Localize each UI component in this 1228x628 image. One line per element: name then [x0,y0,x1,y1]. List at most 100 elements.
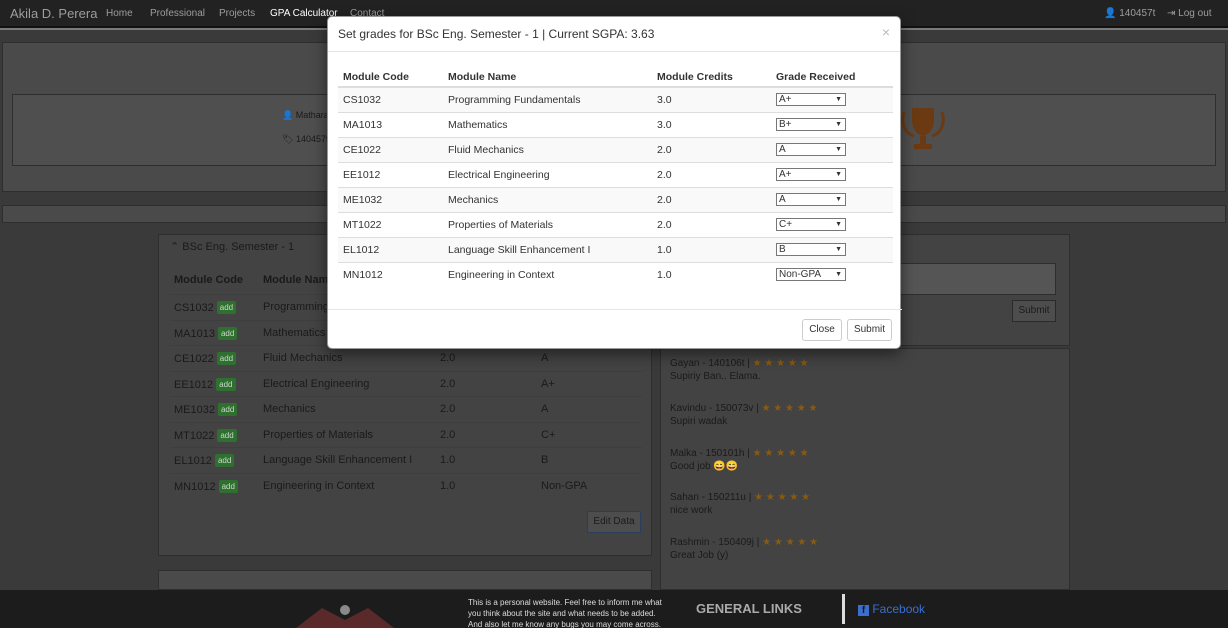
module-credits: 2.0 [652,211,771,237]
add-badge[interactable]: add [216,352,237,365]
semester-code-text: ME1032 [174,404,215,416]
module-code: CS1032 [338,86,443,112]
module-name: Properties of Materials [443,211,652,237]
semester-module-name: Language Skill Enhancement I [263,454,413,466]
comment-textarea[interactable] [880,263,1056,295]
facebook-link[interactable]: f Facebook [858,602,925,616]
semester-module-name: Mechanics [263,403,316,415]
grade-select-value: A+ [779,94,792,106]
th-module-credits: Module Credits [652,67,771,88]
grade-select-value: A [779,194,786,205]
comment-text: Supiriy Ban.. Elama. [670,371,761,382]
module-credits: 2.0 [652,186,771,212]
grade-select[interactable]: Non-GPA ▼ [776,268,846,282]
grade-select[interactable]: B ▼ [776,243,846,256]
grade-cell: B ▼ [771,236,893,262]
grade-cell: C+ ▼ [771,211,893,237]
module-name: Engineering in Context [443,261,652,287]
grade-select[interactable]: A+ ▼ [776,168,846,181]
facebook-icon: f [858,605,869,616]
semester-module-name: Electrical Engineering [263,377,370,390]
comment-author: Kavindu - 150073v | ★ ★ ★ ★ ★ [670,403,818,414]
grade-select[interactable]: A ▼ [776,143,846,156]
col-header-code: Module Code [174,274,244,286]
add-badge[interactable]: add [217,403,238,416]
dropdown-arrow-icon: ▼ [835,196,842,203]
profile-id-text: 140457t [295,134,329,144]
logout-icon: ⇥ [1167,8,1176,19]
semester-module-name: Mathematics [263,326,326,339]
grade-cell: B+ ▼ [771,111,893,137]
semester-module-name: Programming [263,301,330,313]
modal-title: Set grades for BSc Eng. Semester - 1 | C… [338,27,655,41]
grades-table-body: CS1032 Programming Fundamentals 3.0 A+ ▼ MA10… [338,86,893,287]
grade-select[interactable]: C+ ▼ [776,218,846,231]
nav-professional[interactable]: Professional [150,8,205,19]
nav-projects[interactable]: Projects [219,8,255,19]
submit-button[interactable]: Submit [847,319,892,341]
dropdown-arrow-icon: ▼ [835,146,842,153]
add-badge[interactable]: add [217,428,237,442]
semester-module-code: EL1012 add [174,454,235,467]
grade-cell: A ▼ [771,186,893,212]
module-code: EL1012 [338,236,443,262]
add-badge[interactable]: add [214,454,235,467]
chevron-up-icon: ⌃ [170,241,180,253]
comment-submit-button[interactable]: Submit [1012,300,1056,322]
grade-row: EE1012 Electrical Engineering 2.0 A+ ▼ [338,161,893,187]
grade-row: EL1012 Language Skill Enhancement I 1.0 B ▼ [338,236,893,262]
semester-module-grade: A [541,403,549,415]
nav-home[interactable]: Home [106,8,133,19]
person-icon: 👤 [282,110,294,120]
edit-data-button[interactable]: Edit Data [587,511,641,533]
comment-text: nice work [670,505,713,517]
semester-module-grade: A+ [541,377,555,390]
module-name: Fluid Mechanics [443,136,652,162]
semester-panel-title[interactable]: ⌃ BSc Eng. Semester - 1 [170,240,294,253]
module-credits: 1.0 [652,236,771,262]
semester-module-credits: 2.0 [440,428,456,441]
close-icon[interactable]: × [882,24,890,40]
semester-code-text: EL1012 [174,455,212,467]
trophy-icon [900,104,946,156]
grade-select[interactable]: A ▼ [776,193,846,206]
grade-row: MN1012 Engineering in Context 1.0 Non-GPA ▼ [338,261,893,287]
add-badge[interactable]: add [216,377,236,391]
add-badge[interactable]: add [218,479,238,493]
comment-author-text: Kavindu - 150073v | [670,402,759,414]
logout-link[interactable]: ⇥ Log out [1167,8,1212,19]
semester-row: MT1022 add Properties of Materials 2.0 C+ [170,421,642,447]
semester-module-grade: A [541,352,549,364]
grade-cell: A ▼ [771,136,893,162]
facebook-label: Facebook [872,602,926,616]
module-credits: 1.0 [652,261,771,287]
add-badge[interactable]: add [216,301,237,314]
set-grades-modal: Set grades for BSc Eng. Semester - 1 | C… [327,16,902,349]
comment-author-text: Rashmin - 150409j | [670,537,760,549]
th-module-name: Module Name [443,67,652,88]
add-badge[interactable]: add [217,326,238,340]
semester-code-text: CS1032 [174,302,214,314]
semester-module-name: Properties of Materials [263,428,374,441]
module-code: CE1022 [338,136,443,162]
comment-text: Supiri wadak [670,415,728,427]
user-link[interactable]: 👤 140457t [1104,8,1155,19]
module-code: ME1032 [338,186,443,212]
dropdown-arrow-icon: ▼ [835,246,842,253]
footer-note-1: This is a personal website. Feel free to… [468,598,662,607]
grades-table-header: Module Code Module Name Module Credits G… [338,67,893,88]
dropdown-arrow-icon: ▼ [835,171,842,178]
footer-note-3: And also let me know any bugs you may co… [468,620,661,628]
grade-select-value: Non-GPA [779,269,822,281]
grade-select[interactable]: A+ ▼ [776,93,846,107]
star-rating-icon: ★ ★ ★ ★ ★ [752,447,809,459]
tag-icon: 🏷 [282,134,294,144]
brand-link[interactable]: Akila D. Perera [10,6,97,21]
dropdown-arrow-icon: ▼ [835,121,842,128]
grade-select[interactable]: B+ ▼ [776,118,846,131]
logout-label: Log out [1178,8,1212,19]
semester-module-code: MN1012 add [174,479,238,493]
semester-module-code: CE1022 add [174,352,237,365]
profile-name-text: Mathara [295,110,329,120]
close-button[interactable]: Close [802,319,842,341]
